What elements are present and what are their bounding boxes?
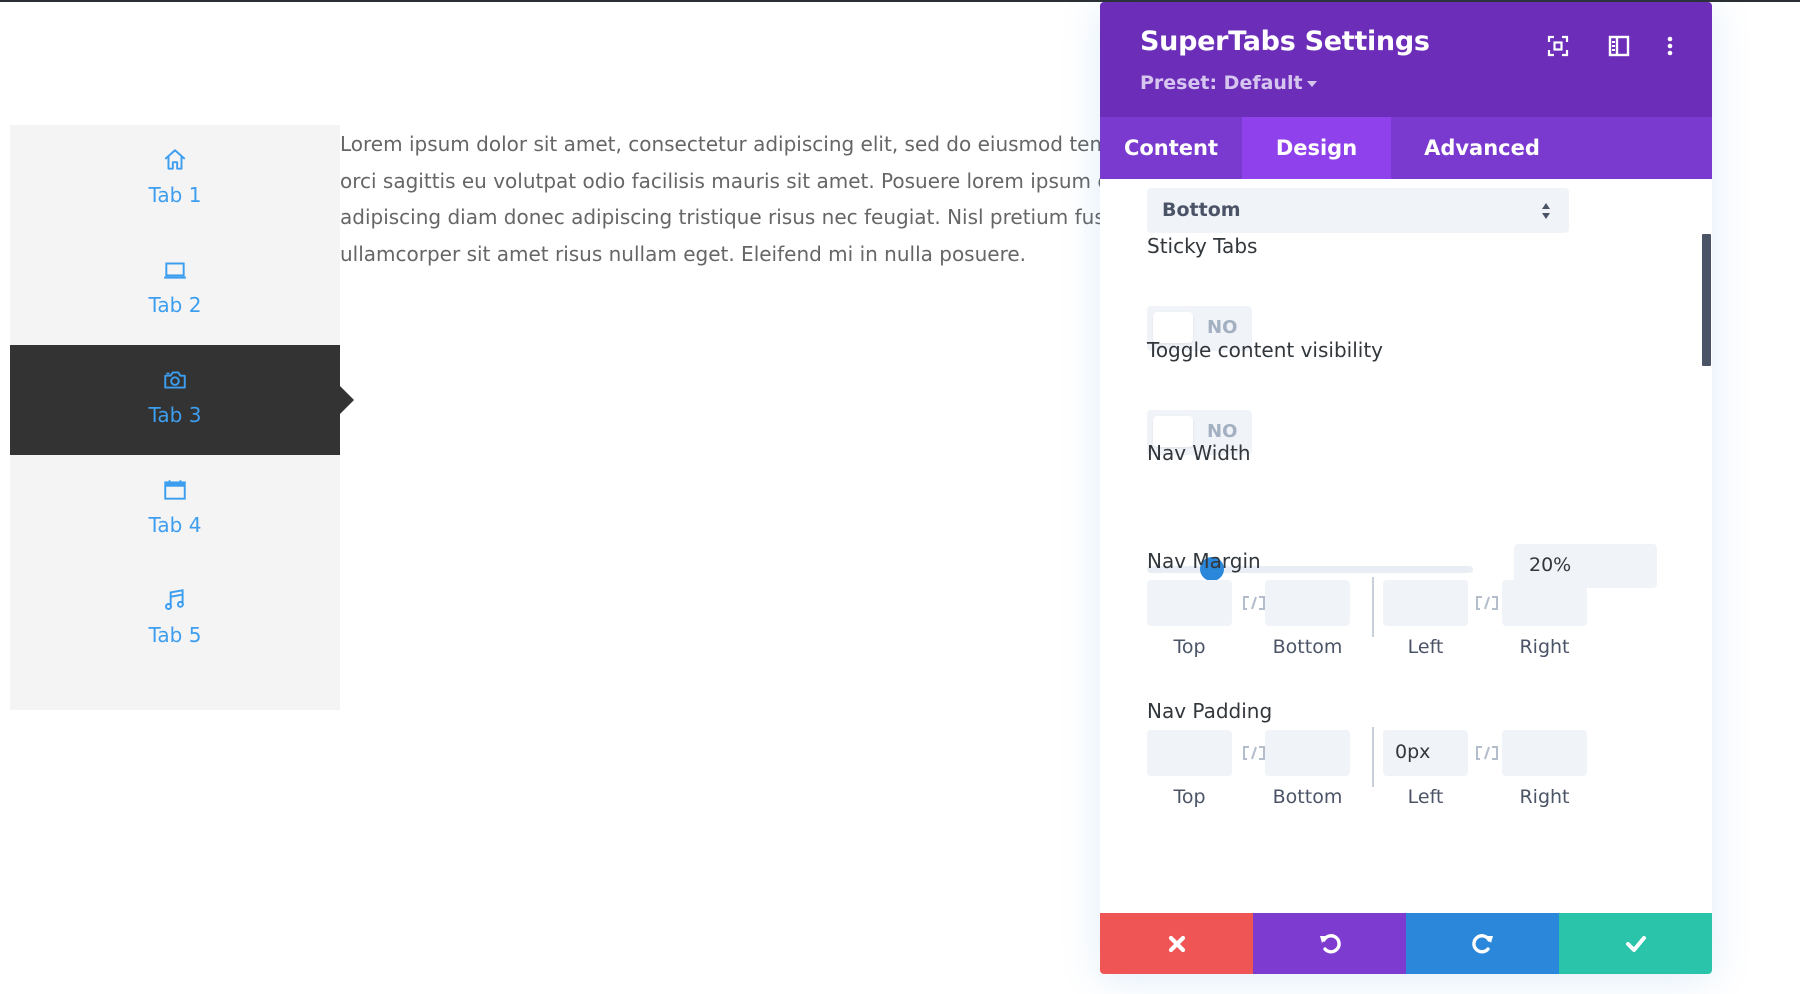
scrollbar-thumb[interactable] bbox=[1702, 234, 1711, 366]
nav-width-value: 20% bbox=[1529, 554, 1572, 576]
nav-margin-top-input[interactable] bbox=[1147, 580, 1232, 626]
preset-label: Preset: Default bbox=[1140, 72, 1303, 94]
tab-label: Tab 5 bbox=[148, 623, 202, 647]
tab-5[interactable]: Tab 5 bbox=[10, 565, 340, 675]
content-line: ullamcorper sit amet risus nullam eget. … bbox=[340, 241, 1027, 266]
toggle-state: NO bbox=[1207, 421, 1238, 442]
panel-title: SuperTabs Settings bbox=[1140, 26, 1430, 57]
field-label: Left bbox=[1407, 786, 1444, 808]
panel-header[interactable]: SuperTabs Settings Preset: Default bbox=[1100, 2, 1712, 117]
tab-label: Tab 2 bbox=[148, 293, 202, 317]
tab-3[interactable]: Tab 3 bbox=[10, 345, 354, 455]
tab-content-text: Lorem ipsum dolor sit amet, consectetur … bbox=[340, 126, 1190, 272]
select-value: Bottom bbox=[1162, 199, 1241, 221]
home-icon bbox=[164, 149, 186, 170]
field-label: Right bbox=[1519, 786, 1570, 808]
redo-icon bbox=[1471, 933, 1493, 953]
nav-padding-top-input[interactable] bbox=[1147, 730, 1232, 776]
nav-margin-bottom-input[interactable] bbox=[1265, 580, 1350, 626]
undo-icon bbox=[1319, 933, 1341, 953]
undo-button[interactable] bbox=[1253, 913, 1406, 974]
focus-icon[interactable] bbox=[1546, 34, 1570, 58]
content-line: orci sagittis eu volutpat odio facilisis… bbox=[340, 168, 1111, 193]
tab-1[interactable]: Tab 1 bbox=[10, 125, 340, 235]
panel-tabs: Content Design Advanced bbox=[1100, 117, 1712, 179]
link-icon[interactable] bbox=[1473, 743, 1501, 763]
tabs-nav: Tab 1 Tab 2 Tab 3 Tab 4 Tab 5 bbox=[10, 125, 354, 710]
field-label: Bottom bbox=[1272, 636, 1343, 658]
caret-down-icon bbox=[1306, 80, 1317, 87]
tab-2[interactable]: Tab 2 bbox=[10, 235, 340, 345]
laptop-icon bbox=[164, 262, 186, 279]
nav-padding-left-input[interactable]: 0px bbox=[1383, 730, 1468, 776]
content-line: adipiscing diam donec adipiscing tristiq… bbox=[340, 205, 1116, 229]
panel-body: Bottom Sticky Tabs NO Toggle content vis… bbox=[1100, 179, 1712, 913]
field-value: 0px bbox=[1395, 741, 1431, 763]
nav-padding-right-input[interactable] bbox=[1502, 730, 1587, 776]
settings-panel: SuperTabs Settings Preset: Default Conte… bbox=[1100, 2, 1712, 974]
divider bbox=[1372, 577, 1374, 637]
preset-dropdown[interactable]: Preset: Default bbox=[1140, 72, 1317, 94]
link-icon[interactable] bbox=[1240, 593, 1268, 613]
link-icon[interactable] bbox=[1240, 743, 1268, 763]
field-label: Top bbox=[1173, 786, 1206, 808]
field-label: Bottom bbox=[1272, 786, 1343, 808]
tab-label: Tab 4 bbox=[148, 513, 202, 537]
tab-label: Tab 3 bbox=[148, 403, 202, 427]
tab-design[interactable]: Design bbox=[1242, 117, 1391, 179]
tab-content[interactable]: Content bbox=[1100, 117, 1242, 179]
calendar-icon bbox=[164, 480, 186, 500]
field-label: Top bbox=[1173, 636, 1206, 658]
nav-margin-left-input[interactable] bbox=[1383, 580, 1468, 626]
nav-width-label: Nav Width bbox=[1147, 441, 1251, 465]
tab-label: Tab 1 bbox=[148, 183, 202, 207]
nav-margin-label: Nav Margin bbox=[1147, 549, 1261, 573]
more-options-icon[interactable] bbox=[1658, 34, 1682, 58]
close-icon bbox=[1168, 935, 1185, 952]
check-icon bbox=[1625, 935, 1646, 952]
discard-button[interactable] bbox=[1100, 913, 1253, 974]
toggle-visibility-label: Toggle content visibility bbox=[1147, 338, 1384, 362]
sticky-tabs-label: Sticky Tabs bbox=[1147, 234, 1258, 258]
split-view-icon[interactable] bbox=[1607, 34, 1631, 58]
nav-margin-right-input[interactable] bbox=[1502, 580, 1587, 626]
camera-icon bbox=[164, 371, 186, 389]
redo-button[interactable] bbox=[1406, 913, 1559, 974]
tab-4[interactable]: Tab 4 bbox=[10, 455, 340, 565]
tab-advanced[interactable]: Advanced bbox=[1391, 117, 1573, 179]
save-button[interactable] bbox=[1559, 913, 1712, 974]
toggle-state: NO bbox=[1207, 317, 1238, 338]
content-line: Lorem ipsum dolor sit amet, consectetur … bbox=[340, 132, 1109, 156]
field-label: Right bbox=[1519, 636, 1570, 658]
panel-footer bbox=[1100, 913, 1712, 974]
field-label: Left bbox=[1407, 636, 1444, 658]
divider bbox=[1372, 727, 1374, 787]
link-icon[interactable] bbox=[1473, 593, 1501, 613]
music-icon bbox=[165, 589, 184, 610]
nav-padding-label: Nav Padding bbox=[1147, 699, 1273, 723]
nav-padding-bottom-input[interactable] bbox=[1265, 730, 1350, 776]
select-arrows-icon bbox=[1542, 203, 1550, 219]
position-select[interactable]: Bottom bbox=[1147, 188, 1569, 233]
